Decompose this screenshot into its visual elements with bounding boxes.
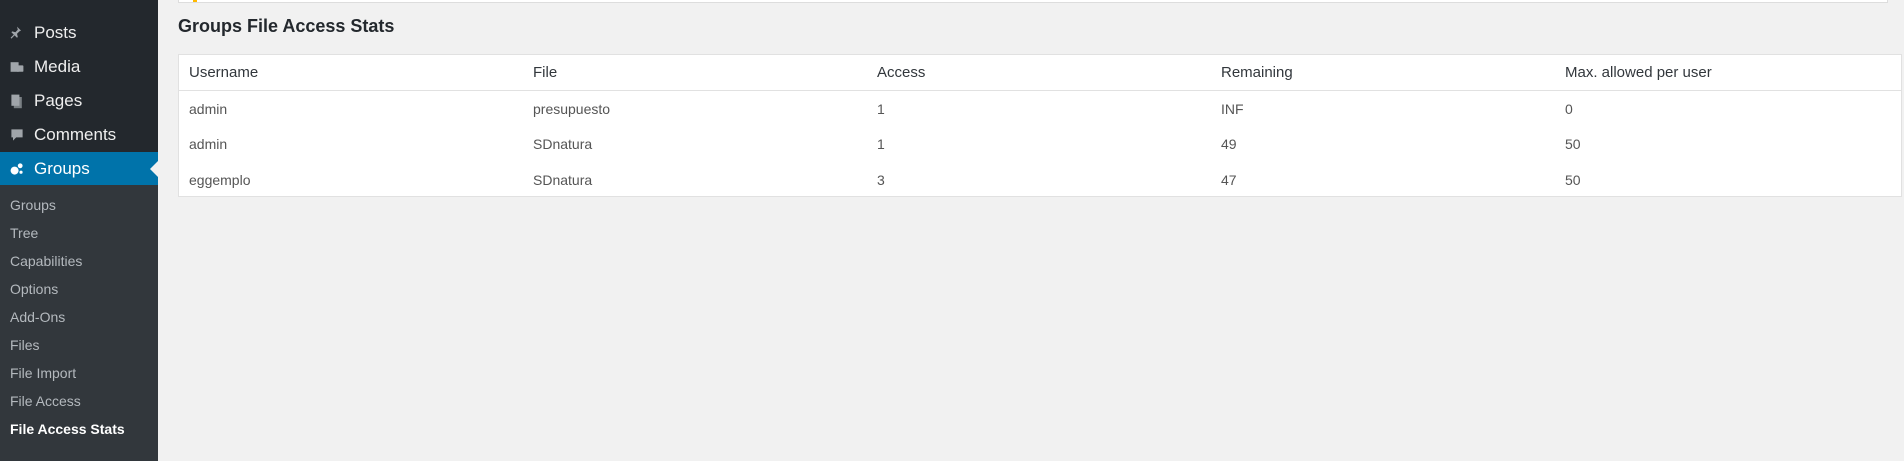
cell-file: SDnatura: [533, 171, 593, 188]
cell-max-allowed: 0: [1565, 100, 1573, 117]
cell-file: presupuesto: [533, 100, 611, 117]
cell-username: admin: [189, 100, 228, 117]
file-access-stats-table: Username File Access Remaining Max. allo…: [179, 55, 1901, 198]
notice-bar: [178, 0, 1888, 3]
table-header-row: Username File Access Remaining Max. allo…: [179, 55, 1901, 91]
cell-remaining: 49: [1221, 136, 1237, 153]
table-row: admin presupuesto 1 INF 0: [179, 91, 1901, 127]
menu-label-posts: Posts: [34, 23, 77, 42]
page-title: Groups File Access Stats: [178, 16, 395, 36]
column-header-remaining: Remaining: [1211, 55, 1555, 91]
cell-remaining: INF: [1221, 100, 1244, 117]
cell-access: 3: [877, 171, 885, 188]
admin-sidebar: Posts Media Pages Comments Groups Groups…: [0, 0, 158, 461]
menu-item-groups[interactable]: Groups: [0, 152, 158, 186]
column-header-file: File: [523, 55, 867, 91]
groups-submenu: Groups Tree Capabilities Options Add-Ons…: [0, 185, 158, 461]
media-icon: [0, 50, 34, 84]
submenu-capabilities[interactable]: Capabilities: [0, 247, 158, 275]
menu-item-posts[interactable]: Posts: [0, 16, 158, 50]
submenu-add-ons[interactable]: Add-Ons: [0, 303, 158, 331]
submenu-file-import[interactable]: File Import: [0, 359, 158, 387]
cell-username: admin: [189, 136, 228, 153]
submenu-file-access-stats[interactable]: File Access Stats: [0, 415, 158, 443]
pin-icon: [0, 16, 34, 50]
groups-icon: [0, 152, 34, 186]
cell-username: eggemplo: [189, 171, 251, 188]
menu-item-comments[interactable]: Comments: [0, 118, 158, 152]
cell-max-allowed: 50: [1565, 171, 1581, 188]
menu-item-pages[interactable]: Pages: [0, 84, 158, 118]
submenu-files[interactable]: Files: [0, 331, 158, 359]
submenu-tree[interactable]: Tree: [0, 219, 158, 247]
menu-label-groups: Groups: [34, 159, 90, 178]
cell-access: 1: [877, 136, 885, 153]
table-row: eggemplo SDnatura 3 47 50: [179, 162, 1901, 198]
stats-table-container: Username File Access Remaining Max. allo…: [178, 54, 1902, 197]
menu-item-media[interactable]: Media: [0, 50, 158, 84]
column-header-username: Username: [179, 55, 523, 91]
cell-max-allowed: 50: [1565, 136, 1581, 153]
menu-label-pages: Pages: [34, 91, 83, 110]
submenu-options[interactable]: Options: [0, 275, 158, 303]
column-header-access: Access: [867, 55, 1211, 91]
cell-file: SDnatura: [533, 136, 593, 153]
pages-icon: [0, 84, 34, 118]
menu-label-comments: Comments: [34, 125, 117, 144]
cell-remaining: 47: [1221, 171, 1237, 188]
notice-accent: [193, 0, 197, 2]
menu-label-media: Media: [34, 57, 81, 76]
table-row: admin SDnatura 1 49 50: [179, 127, 1901, 163]
submenu-file-access[interactable]: File Access: [0, 387, 158, 415]
column-header-max-allowed: Max. allowed per user: [1555, 55, 1901, 91]
comments-icon: [0, 118, 34, 152]
submenu-groups[interactable]: Groups: [0, 191, 158, 219]
cell-access: 1: [877, 100, 885, 117]
